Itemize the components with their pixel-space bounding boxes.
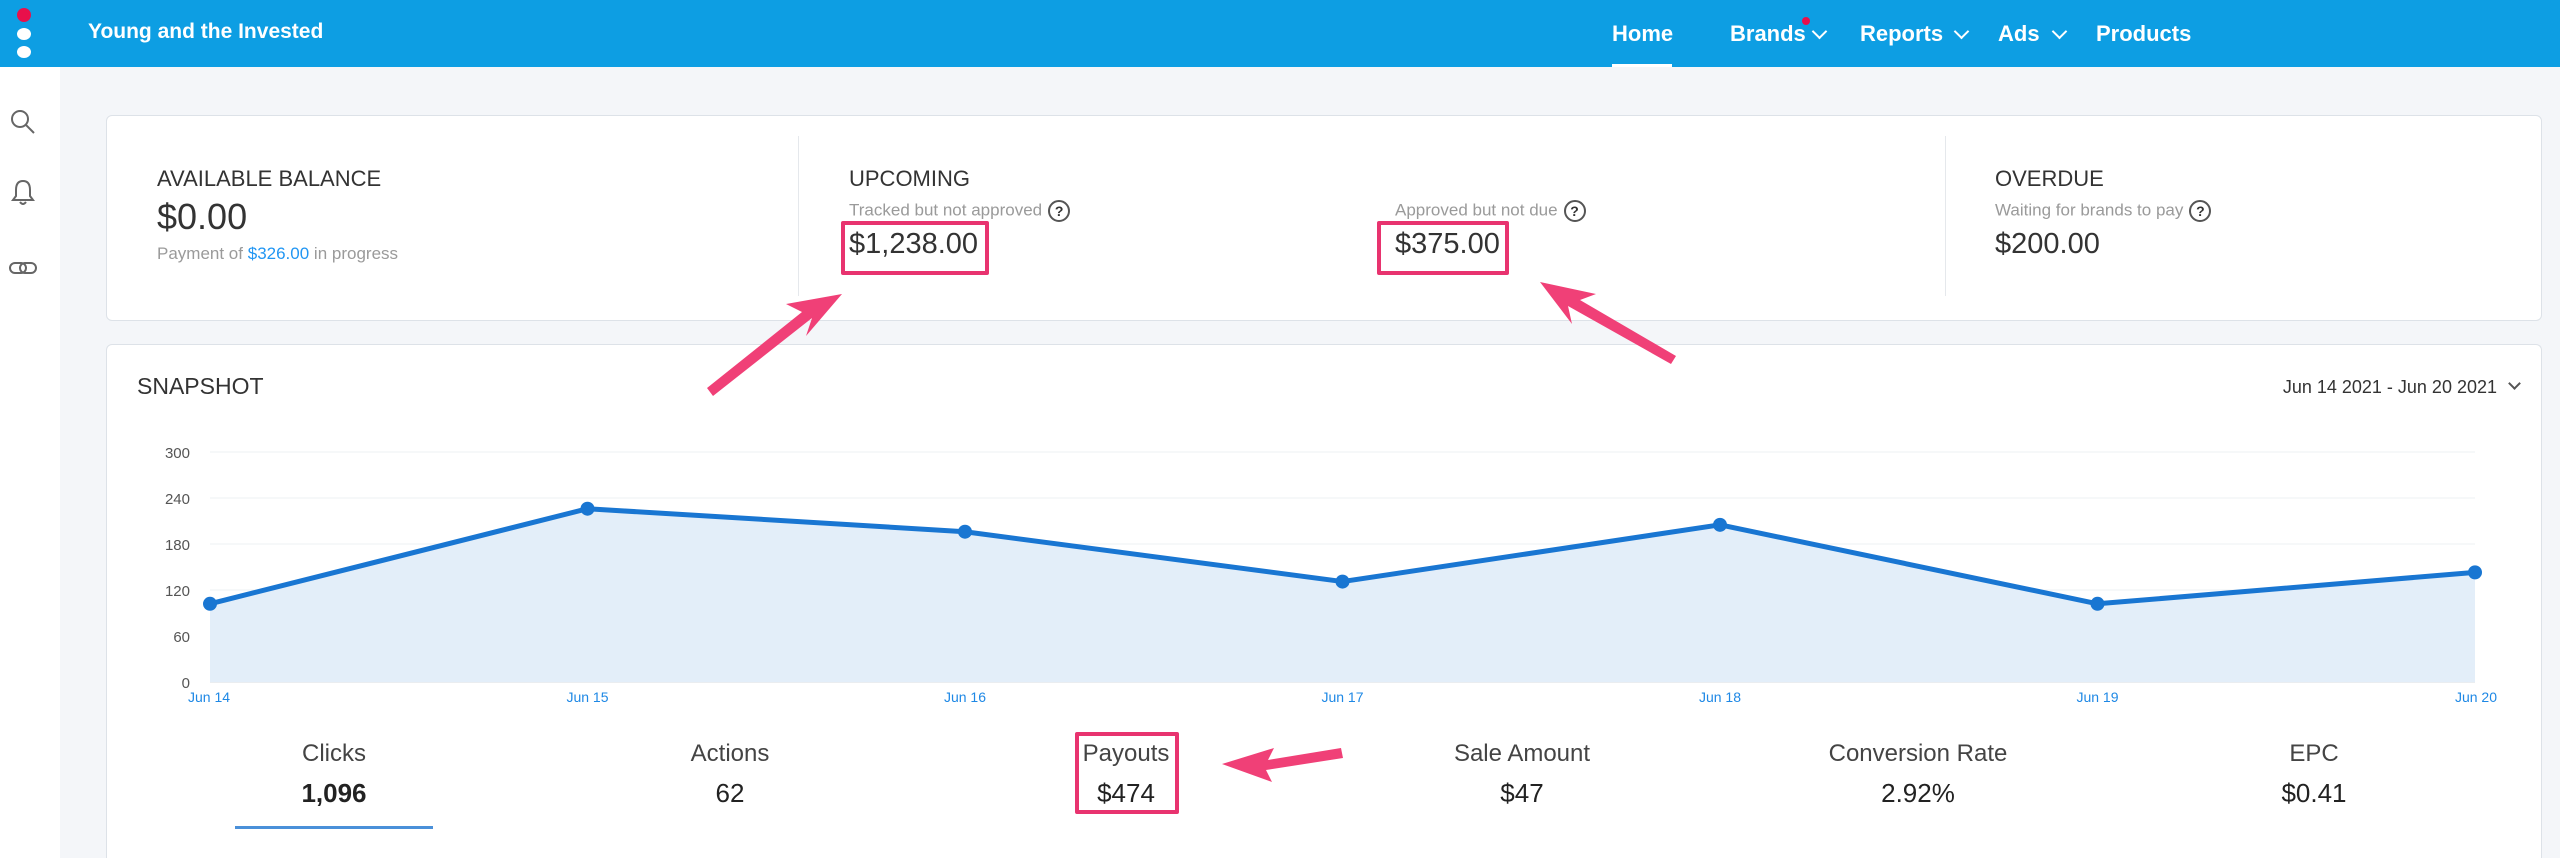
arrow-icon xyxy=(1222,748,1343,782)
arrow-icon xyxy=(707,294,842,396)
arrow-icon xyxy=(1540,282,1676,364)
annotation-arrows xyxy=(707,282,1676,782)
